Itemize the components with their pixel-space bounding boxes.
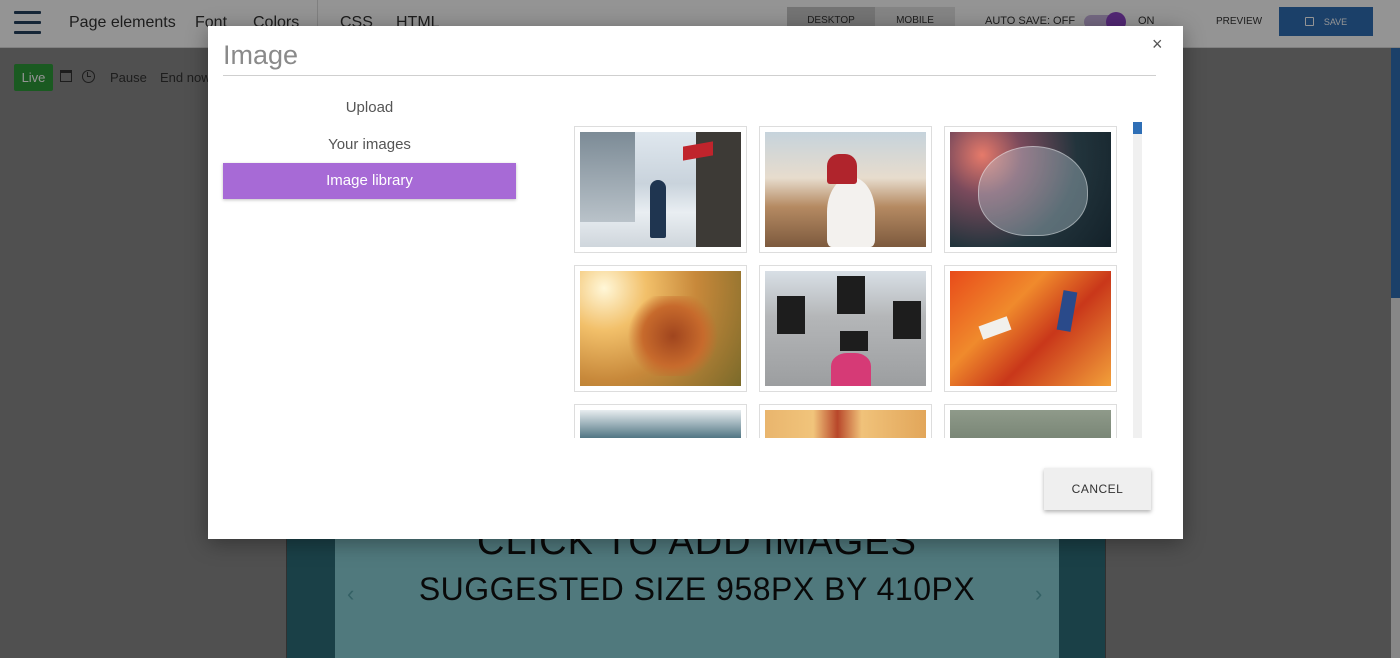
title-divider: [223, 75, 1156, 76]
woman-snowy-street-photo[interactable]: [574, 126, 747, 253]
tab-upload[interactable]: Upload: [223, 90, 516, 126]
cancel-button[interactable]: CANCEL: [1044, 468, 1151, 510]
image-library-grid: [572, 124, 1122, 438]
woman-brick-building-photo[interactable]: [759, 265, 932, 392]
grid-scrollbar-track[interactable]: [1133, 122, 1142, 438]
abstract-orange-paint-photo[interactable]: [944, 265, 1117, 392]
woman-windblown-hair-photo[interactable]: [574, 265, 747, 392]
image-dialog: Image × Upload Your images Image library: [208, 26, 1183, 539]
tab-image-library[interactable]: Image library: [223, 163, 516, 199]
couple-kissing-canyon-photo[interactable]: [759, 126, 932, 253]
grid-scrollbar-thumb[interactable]: [1133, 122, 1142, 134]
close-icon[interactable]: ×: [1152, 34, 1163, 55]
apartment-facade-photo[interactable]: [759, 404, 932, 438]
tab-your-images[interactable]: Your images: [223, 127, 516, 163]
dialog-title: Image: [223, 40, 299, 70]
person-umbrella-photo[interactable]: [944, 126, 1117, 253]
tree-branches-photo[interactable]: [944, 404, 1117, 438]
snowy-mountain-photo[interactable]: [574, 404, 747, 438]
